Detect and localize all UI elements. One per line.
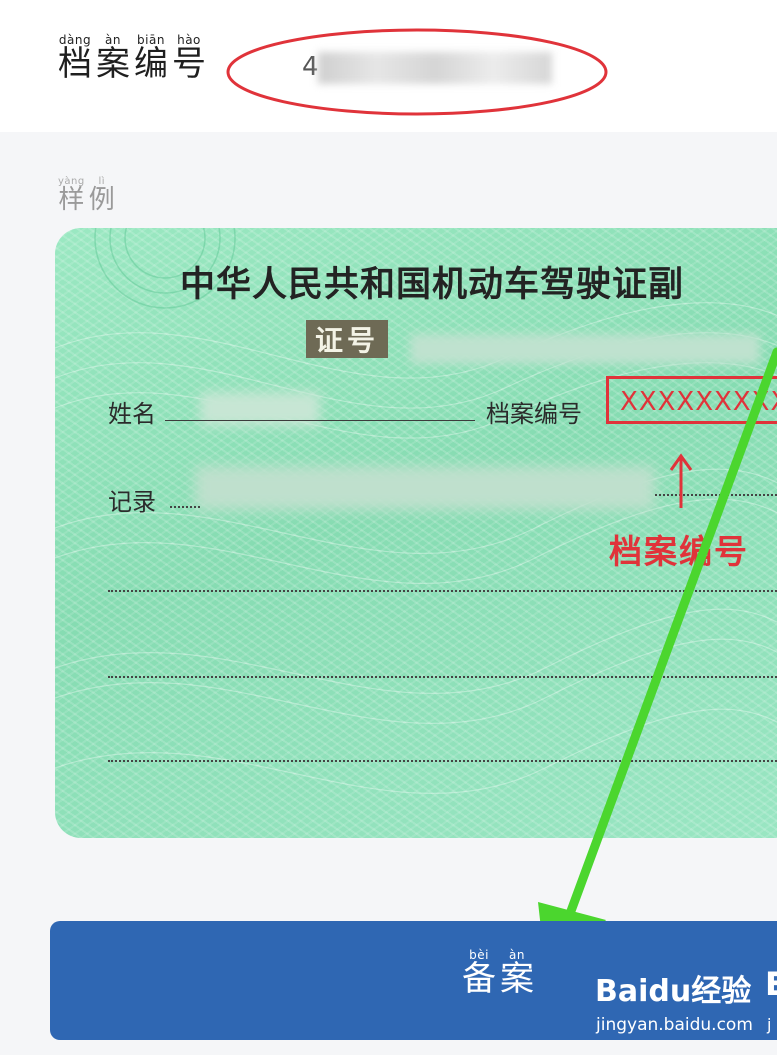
watermark-edge-small: j (767, 1015, 772, 1034)
ruby-char: àn 案 (500, 948, 534, 999)
watermark-logo: Baidu经验 (595, 974, 752, 1009)
watermark-edge-letter: E (765, 965, 777, 1003)
annotation-layer (226, 28, 777, 992)
watermark-url: jingyan.baidu.com (596, 1015, 753, 1035)
oval-highlight (226, 28, 608, 116)
green-arrow-icon (538, 347, 777, 992)
submit-button-label: bèi 备 àn 案 (462, 948, 538, 999)
ruby-char: bèi 备 (462, 948, 496, 999)
